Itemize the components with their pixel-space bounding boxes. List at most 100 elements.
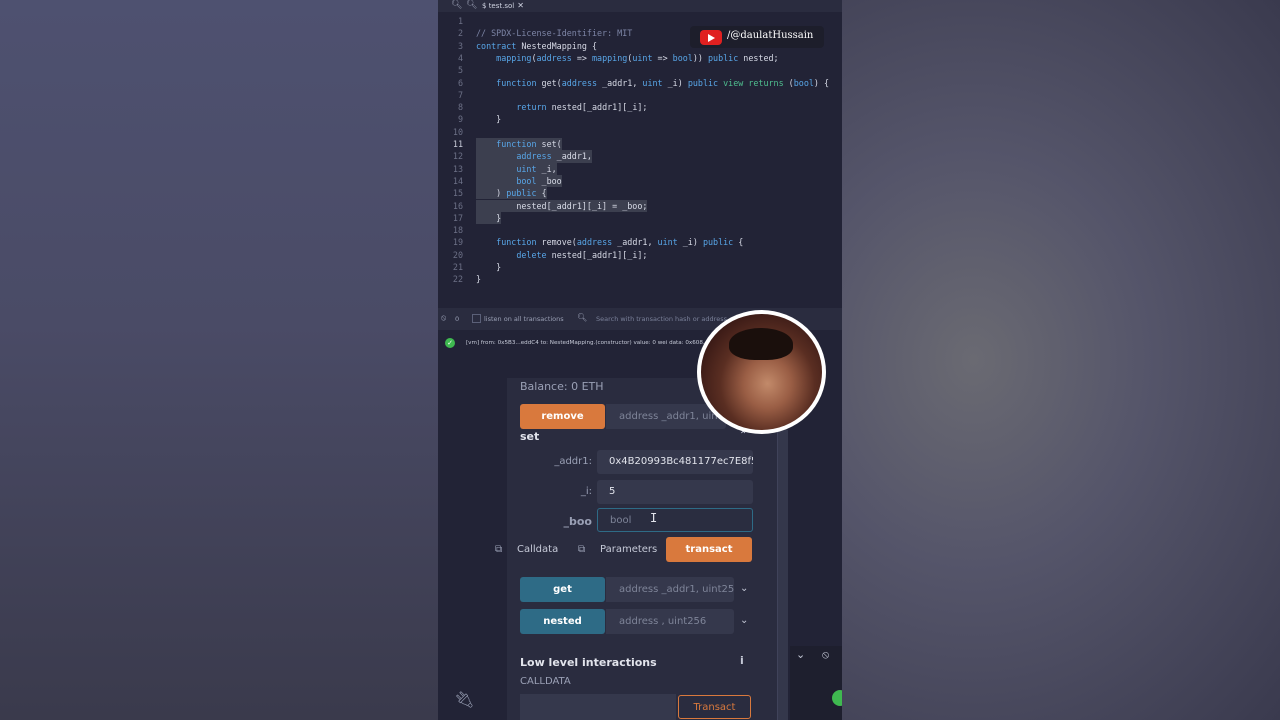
line-number: 13: [452, 163, 463, 174]
code-line[interactable]: 8 return nested[_addr1][_i];: [438, 101, 842, 113]
clear-console-icon[interactable]: ⦸: [441, 313, 446, 323]
check-circle-icon: ✓: [445, 338, 455, 348]
background-left: [0, 0, 438, 720]
code-text: uint _i,: [476, 162, 557, 175]
code-line[interactable]: 18: [438, 224, 842, 236]
scrollbar[interactable]: [777, 430, 788, 720]
line-number: 8: [457, 102, 463, 113]
code-line[interactable]: 12 address _addr1,: [438, 150, 842, 163]
status-indicator: [832, 690, 842, 706]
get-button[interactable]: get: [520, 577, 605, 602]
line-number: 2: [457, 28, 463, 39]
double-chevron-down-icon[interactable]: ⌄: [796, 648, 805, 661]
line-number: 12: [452, 151, 463, 162]
code-text: }: [476, 211, 502, 225]
code-line[interactable]: 16 nested[_addr1][_i] = _boo;: [438, 199, 842, 212]
tab-test-sol[interactable]: $ test.sol ✕: [482, 0, 524, 12]
zoom-in-icon[interactable]: 🔍︎: [466, 0, 477, 10]
icon-rail: 🔌︎: [438, 378, 491, 720]
plugin-icon[interactable]: 🔌︎: [454, 690, 474, 709]
code-text: bool _boo: [476, 174, 562, 188]
balance-text: Balance: 0 ETH: [520, 380, 604, 393]
line-number: 17: [452, 212, 463, 223]
code-line[interactable]: 14 bool _boo: [438, 174, 842, 188]
search-icon: 🔍︎: [577, 313, 588, 322]
chevron-down-icon[interactable]: ⌄: [740, 615, 748, 626]
calldata-label: CALLDATA: [520, 676, 571, 687]
calldata-input[interactable]: [520, 694, 676, 720]
get-args-input[interactable]: address _addr1, uint256 _i: [606, 577, 734, 602]
field-label-i: _i:: [580, 486, 592, 497]
line-number: 15: [452, 188, 463, 199]
code-line[interactable]: 19 function remove(address _addr1, uint …: [438, 236, 842, 248]
line-number: 7: [457, 89, 463, 100]
line-number: 4: [457, 52, 463, 63]
code-line[interactable]: 13 uint _i,: [438, 162, 842, 175]
field-label-addr1: _addr1:: [554, 456, 592, 467]
code-line[interactable]: 17 }: [438, 211, 842, 225]
code-line[interactable]: 5: [438, 64, 842, 76]
pending-tx-count: 0: [455, 315, 460, 323]
tx-search-input[interactable]: Search with transaction hash or address: [596, 315, 727, 323]
line-number: 6: [457, 77, 463, 88]
code-editor[interactable]: 1 2// SPDX-License-Identifier: MIT 3 contra…: [438, 12, 842, 308]
tab-label: test.sol: [488, 2, 515, 10]
close-tab-icon[interactable]: ✕: [517, 1, 524, 10]
code-text: contract NestedMapping {: [476, 40, 598, 51]
line-number: 18: [452, 225, 463, 236]
code-line[interactable]: 4 mapping(address => mapping(uint => boo…: [438, 52, 842, 64]
code-line[interactable]: 9 }: [438, 113, 842, 125]
code-text: }: [476, 274, 482, 285]
code-text: ) public {: [476, 187, 547, 200]
code-text: return nested[_addr1][_i];: [516, 102, 648, 113]
code-line[interactable]: 6 function get(address _addr1, uint _i) …: [438, 77, 842, 89]
listen-checkbox[interactable]: [472, 314, 481, 323]
channel-handle: /@daulatHussain: [727, 30, 814, 41]
nested-args-input[interactable]: address , uint256: [606, 609, 734, 634]
field-label-boo: _boo: [563, 515, 593, 528]
code-text: delete nested[_addr1][_i];: [516, 249, 648, 260]
chevron-down-icon[interactable]: ⌄: [740, 583, 748, 594]
line-number: 11: [452, 139, 463, 149]
text-cursor-icon: I: [650, 511, 658, 525]
code-text: address _addr1,: [476, 150, 592, 163]
code-text: // SPDX-License-Identifier: MIT: [476, 28, 633, 39]
remove-button[interactable]: remove: [520, 404, 605, 429]
youtube-watermark: /@daulatHussain: [690, 26, 824, 48]
low-level-transact-button[interactable]: Transact: [678, 695, 751, 719]
code-line[interactable]: 21 }: [438, 261, 842, 273]
code-text: function set(: [476, 138, 562, 151]
background-right: [842, 0, 1280, 720]
code-line[interactable]: 20 delete nested[_addr1][_i];: [438, 249, 842, 261]
code-line[interactable]: 10: [438, 126, 842, 138]
calldata-button[interactable]: Calldata: [517, 544, 558, 555]
editor-tabs-bar: 🔍︎ 🔍︎ $ test.sol ✕: [438, 0, 842, 12]
parameters-button[interactable]: Parameters: [600, 544, 657, 555]
side-panel: ⌄ ⦸: [790, 646, 842, 720]
code-line[interactable]: 11 function set(: [438, 138, 842, 151]
line-number: 16: [452, 200, 463, 211]
clear-icon[interactable]: ⦸: [822, 648, 829, 662]
code-text: function get(address _addr1, uint _i) pu…: [496, 77, 830, 88]
addr1-input[interactable]: 0x4B20993Bc481177ec7E8f571ceCaE8A9e22C02…: [597, 450, 753, 474]
zoom-out-icon[interactable]: 🔍︎: [451, 0, 462, 10]
code-line[interactable]: 15 ) public {: [438, 187, 842, 200]
copy-calldata-icon[interactable]: ⧉: [495, 544, 502, 555]
code-text: }: [476, 114, 502, 125]
code-line[interactable]: 7: [438, 89, 842, 101]
nested-button[interactable]: nested: [520, 609, 605, 634]
i-input[interactable]: 5: [597, 480, 753, 504]
copy-parameters-icon[interactable]: ⧉: [578, 544, 585, 555]
listen-label: listen on all transactions: [484, 315, 564, 323]
code-text: nested[_addr1][_i] = _boo;: [476, 199, 648, 212]
line-number: 5: [457, 65, 463, 76]
boo-input[interactable]: bool: [597, 508, 753, 532]
code-line[interactable]: 22}: [438, 273, 842, 285]
line-number: 10: [452, 126, 463, 137]
low-level-title: Low level interactions: [520, 656, 657, 669]
info-icon[interactable]: i: [740, 654, 744, 667]
line-number: 14: [452, 175, 463, 186]
line-number: 22: [452, 274, 463, 285]
code-text: mapping(address => mapping(uint => bool)…: [496, 52, 779, 63]
transact-button[interactable]: transact: [666, 537, 752, 562]
